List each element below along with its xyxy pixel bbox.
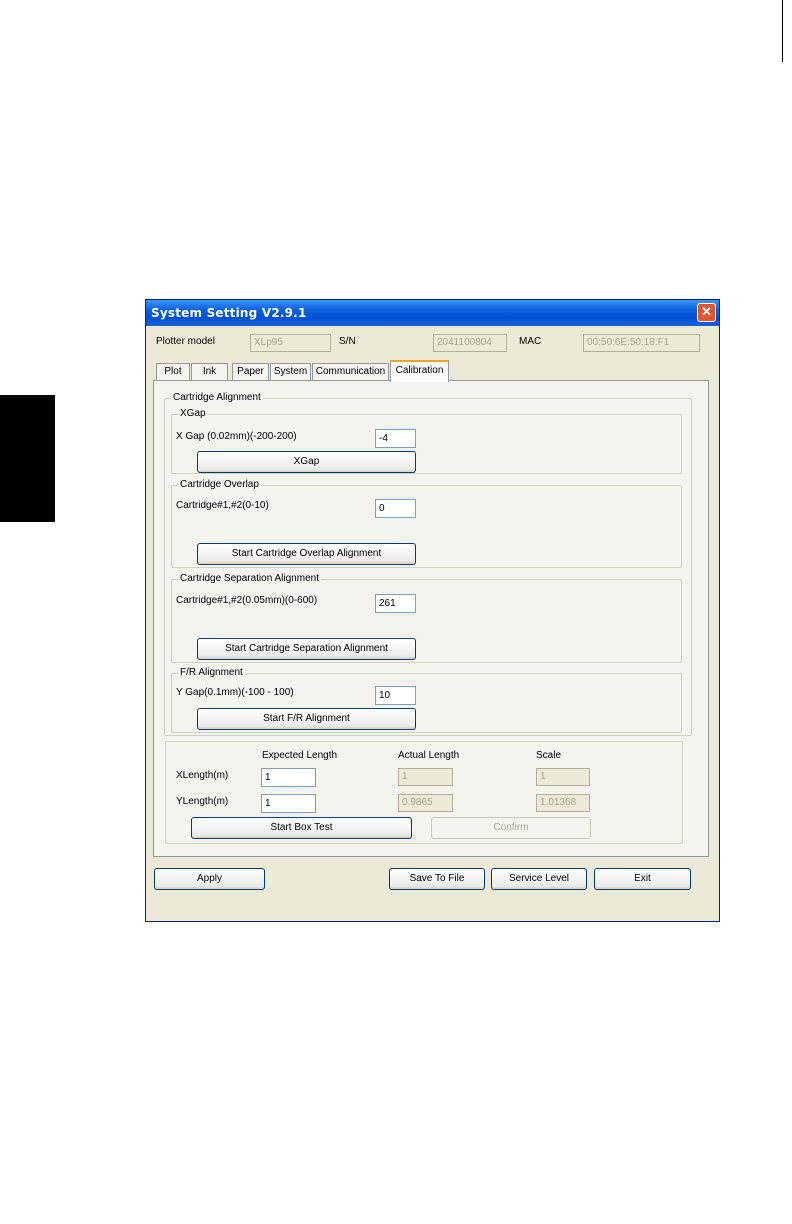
window-title: System Setting V2.9.1: [151, 306, 307, 320]
xlength-expected-input[interactable]: 1: [261, 768, 316, 787]
xlength-scale-field: 1: [536, 768, 590, 786]
calibration-panel: Cartridge Alignment XGap X Gap (0.02mm)(…: [153, 380, 709, 857]
scale-header: Scale: [536, 750, 562, 761]
service-level-button[interactable]: Service Level: [491, 868, 587, 890]
fr-alignment-input[interactable]: 10: [375, 686, 416, 705]
tab-communication[interactable]: Communication: [312, 363, 389, 381]
xlength-actual-field: 1: [398, 768, 453, 786]
close-button[interactable]: ✕: [697, 303, 716, 322]
fr-alignment-title: F/R Alignment: [178, 667, 245, 679]
xgap-title: XGap: [178, 408, 208, 420]
xgap-group: XGap X Gap (0.02mm)(-200-200) -4 XGap: [171, 408, 682, 474]
cartridge-separation-input[interactable]: 261: [375, 594, 416, 613]
cartridge-overlap-title: Cartridge Overlap: [178, 479, 261, 491]
save-to-file-button[interactable]: Save To File: [389, 868, 485, 890]
start-overlap-button[interactable]: Start Cartridge Overlap Alignment: [197, 543, 416, 565]
cartridge-separation-group: Cartridge Separation Alignment Cartridge…: [171, 573, 682, 663]
plotter-model-label: Plotter model: [156, 336, 215, 347]
ylength-label: YLength(m): [176, 796, 229, 807]
tab-plot[interactable]: Plot: [156, 363, 190, 381]
ylength-expected-input[interactable]: 1: [261, 794, 316, 813]
start-fr-alignment-button[interactable]: Start F/R Alignment: [197, 708, 416, 730]
plotter-model-field: XLp95: [250, 334, 331, 352]
sn-field: 2041100804: [433, 334, 507, 352]
confirm-button[interactable]: Confirm: [431, 817, 591, 839]
xgap-button[interactable]: XGap: [197, 451, 416, 473]
system-setting-window: System Setting V2.9.1 ✕ Plotter model XL…: [145, 299, 720, 922]
start-separation-button[interactable]: Start Cartridge Separation Alignment: [197, 638, 416, 660]
expected-length-header: Expected Length: [262, 750, 338, 761]
xgap-input[interactable]: -4: [375, 429, 416, 448]
title-bar[interactable]: System Setting V2.9.1 ✕: [146, 300, 719, 326]
tab-paper[interactable]: Paper: [232, 363, 269, 381]
xlength-label: XLength(m): [176, 770, 229, 781]
tab-calibration[interactable]: Calibration: [390, 360, 449, 382]
crop-mark: [782, 0, 783, 62]
tab-ink[interactable]: Ink: [191, 363, 228, 381]
cartridge-alignment-title: Cartridge Alignment: [171, 392, 263, 404]
xgap-label: X Gap (0.02mm)(-200-200): [176, 431, 297, 442]
ylength-actual-field: 0.9865: [398, 794, 453, 812]
mac-field: 00:50:6E:50:18:F1: [583, 334, 700, 352]
ylength-scale-field: 1.01368: [536, 794, 590, 812]
box-test-group: Expected Length Actual Length Scale XLen…: [165, 741, 683, 844]
cartridge-separation-label: Cartridge#1,#2(0.05mm)(0-600): [176, 595, 318, 606]
close-icon: ✕: [701, 304, 712, 319]
page-side-tab: [0, 395, 55, 522]
tab-system[interactable]: System: [270, 363, 311, 381]
cartridge-separation-title: Cartridge Separation Alignment: [178, 573, 321, 585]
actual-length-header: Actual Length: [398, 750, 460, 761]
cartridge-overlap-group: Cartridge Overlap Cartridge#1,#2(0-10) 0…: [171, 479, 682, 568]
exit-button[interactable]: Exit: [594, 868, 691, 890]
cartridge-overlap-label: Cartridge#1,#2(0-10): [176, 500, 269, 511]
cartridge-overlap-input[interactable]: 0: [375, 499, 416, 518]
fr-alignment-group: F/R Alignment Y Gap(0.1mm)(-100 - 100) 1…: [171, 667, 682, 733]
start-box-test-button[interactable]: Start Box Test: [191, 817, 412, 839]
sn-label: S/N: [339, 336, 356, 347]
fr-alignment-label: Y Gap(0.1mm)(-100 - 100): [176, 687, 294, 698]
apply-button[interactable]: Apply: [154, 868, 265, 890]
cartridge-alignment-group: Cartridge Alignment XGap X Gap (0.02mm)(…: [164, 392, 692, 736]
mac-label: MAC: [519, 336, 542, 347]
